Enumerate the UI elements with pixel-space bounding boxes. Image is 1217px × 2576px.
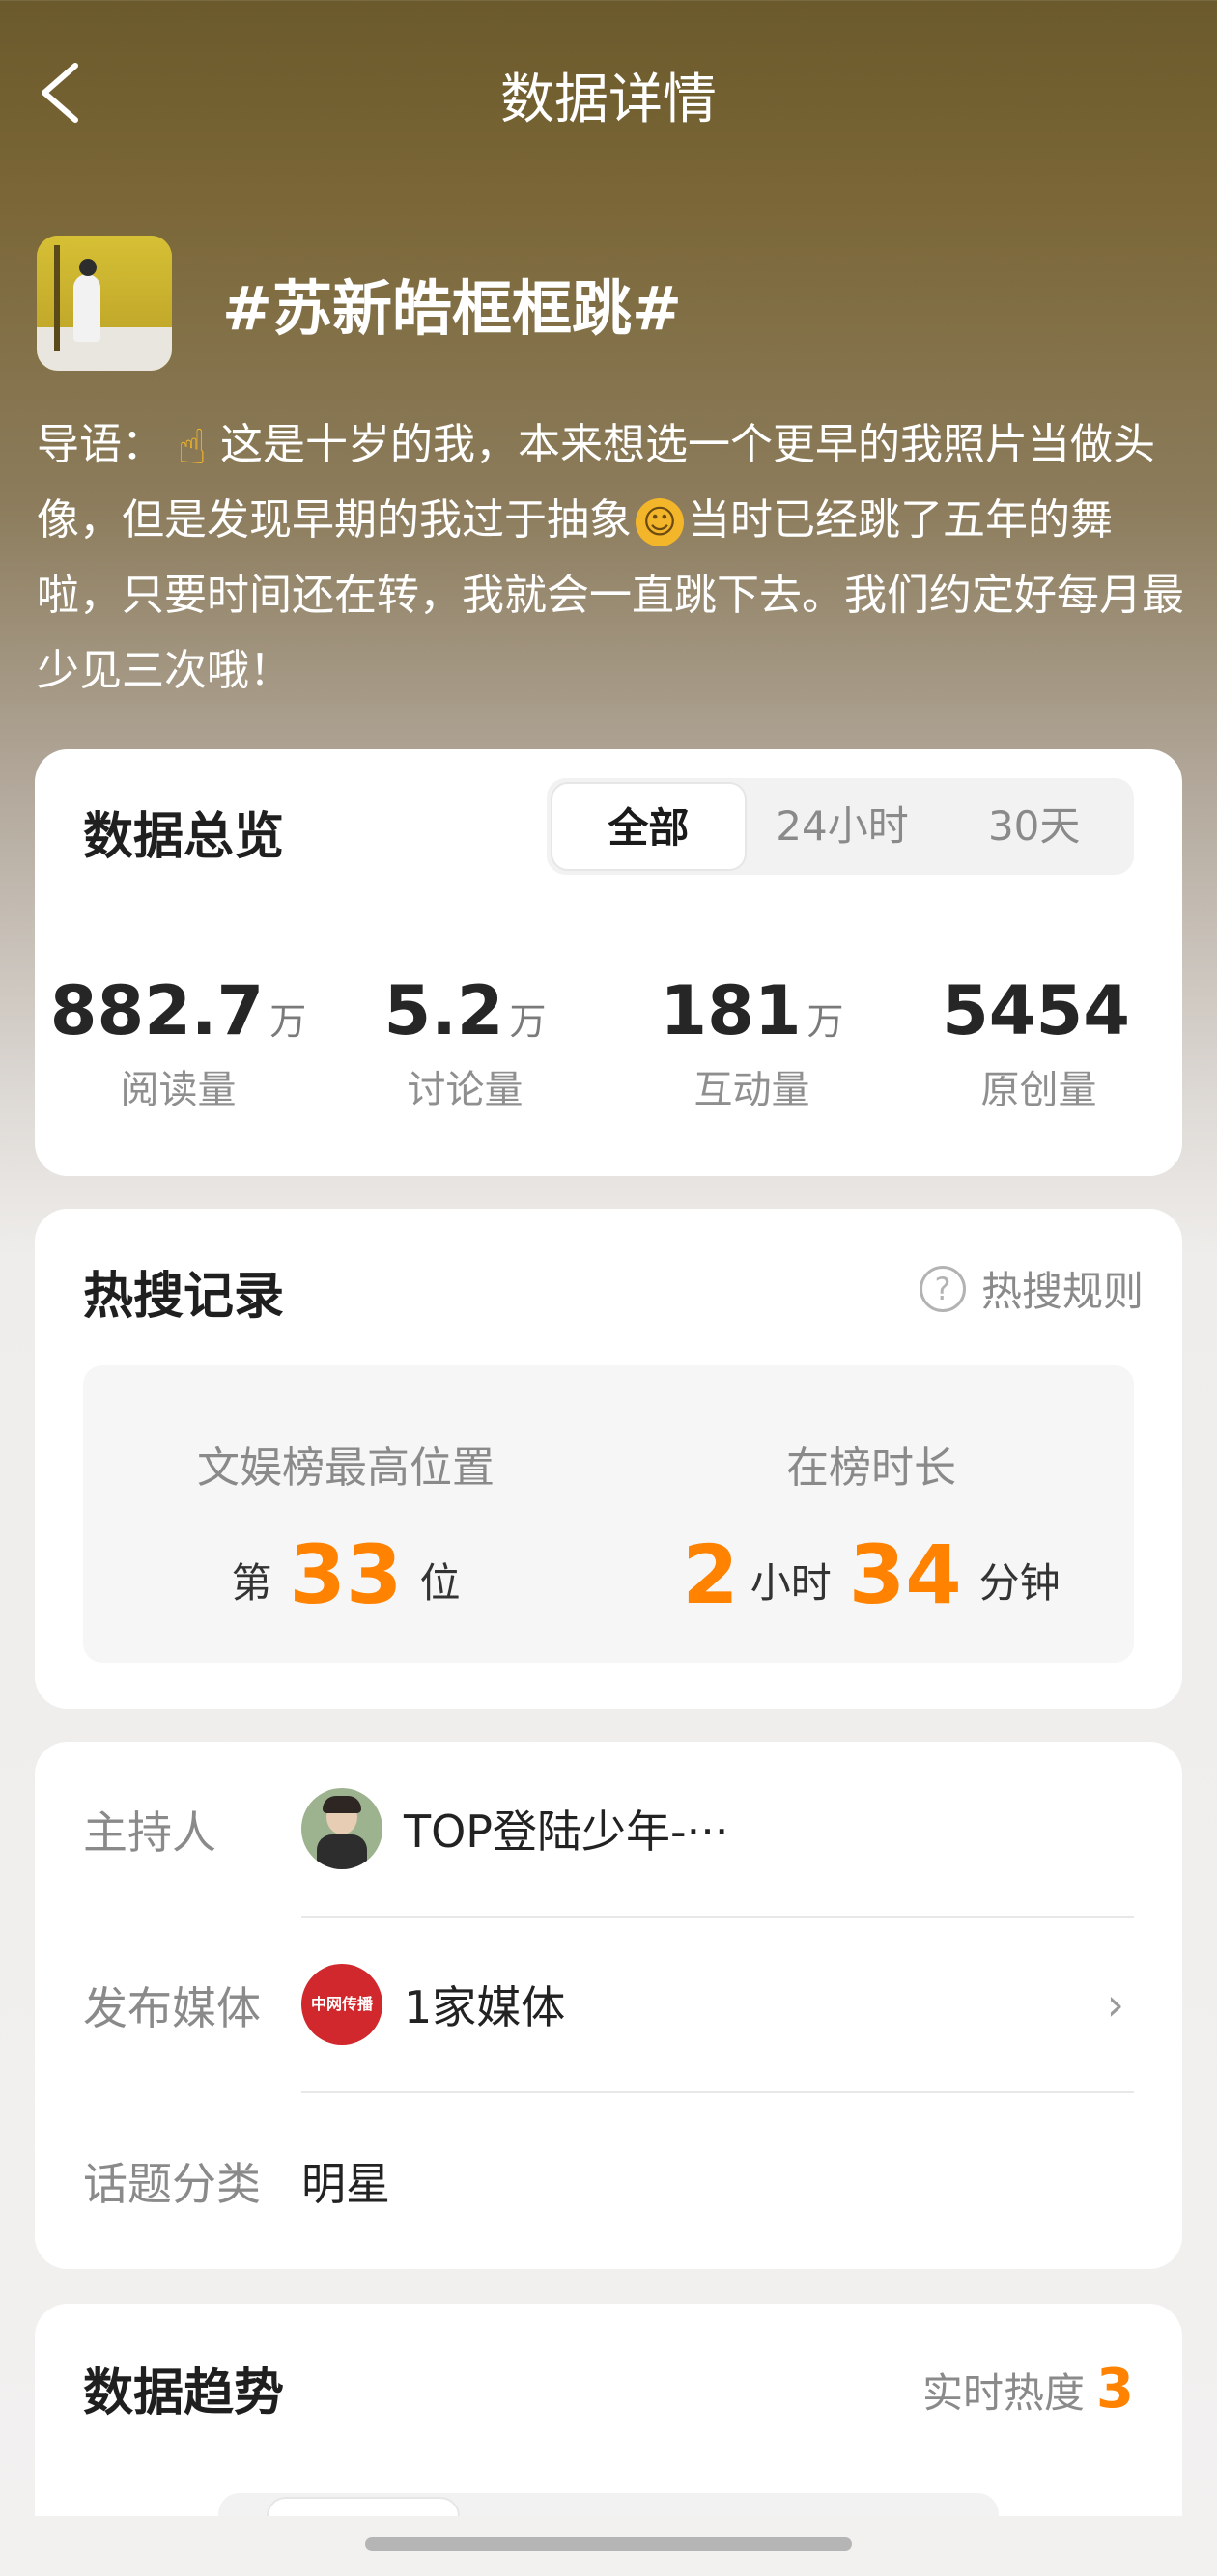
stat-value: 181 [660, 971, 802, 1050]
media-label: 发布媒体 [83, 1982, 261, 2034]
stat-value: 5.2 [383, 971, 504, 1050]
stat-unit: 万 [509, 1000, 547, 1043]
rules-label: 热搜规则 [980, 1268, 1144, 1315]
minutes-unit: 分钟 [978, 1559, 1061, 1607]
stat-value: 5454 [942, 971, 1130, 1050]
topic-intro: 导语： ☝ 这是十岁的我，本来想选一个更早的我照片当做头像，但是发现早期的我过于抽象… [37, 407, 1186, 709]
heat-label: 实时热度 [922, 2369, 1086, 2417]
question-icon: ? [919, 1265, 966, 1312]
tab-all[interactable]: 全部 [551, 782, 747, 871]
topic-info-card: 主持人 TOP登陆少年-··· 发布媒体 中网传播 1家媒体 › 话题分类 明星 [35, 1742, 1182, 2269]
hot-search-title: 热搜记录 [83, 1268, 285, 1326]
on-list-duration: 在榜时长 2 小时 34 分钟 [608, 1365, 1134, 1663]
stat-label: 讨论量 [407, 1068, 524, 1112]
media-value: 1家媒体 [404, 1981, 566, 2033]
overview-card: 数据总览 全部 24小时 30天 882.7 万 阅读量 5.2 万 讨论量 181… [35, 749, 1182, 1176]
topic-header: #苏新皓框框跳# [37, 236, 682, 371]
topic-title: #苏新皓框框跳# [222, 273, 682, 344]
intro-prefix: 导语： [37, 420, 164, 469]
pointing-hand-icon: ☝ [177, 419, 208, 475]
category-row: 话题分类 明星 [83, 2093, 1134, 2269]
realtime-heat: 实时热度 3 [922, 2358, 1134, 2421]
nav-bar: 数据详情 [0, 0, 1217, 183]
stat-label: 阅读量 [120, 1068, 237, 1112]
tab-24h[interactable]: 24小时 [747, 782, 939, 871]
overview-title: 数据总览 [83, 808, 285, 866]
stat-originals: 5454 原创量 [895, 971, 1182, 1114]
tab-30d[interactable]: 30天 [938, 782, 1130, 871]
position-suffix: 位 [419, 1559, 461, 1607]
stat-unit: 万 [269, 1000, 307, 1043]
page-title: 数据详情 [500, 69, 717, 131]
stat-unit: 万 [807, 1000, 844, 1043]
flushed-face-icon: ☺ [636, 498, 684, 546]
stat-discussions: 5.2 万 讨论量 [322, 971, 608, 1114]
hot-search-rules-link[interactable]: ? 热搜规则 [919, 1259, 1144, 1318]
duration-label: 在榜时长 [786, 1443, 956, 1493]
host-label: 主持人 [83, 1806, 216, 1859]
host-name: TOP登陆少年-··· [404, 1806, 729, 1858]
stat-reads: 882.7 万 阅读量 [35, 971, 322, 1114]
stat-label: 互动量 [693, 1068, 810, 1112]
heat-value: 3 [1096, 2358, 1134, 2421]
trend-title: 数据趋势 [83, 2365, 285, 2422]
host-row[interactable]: 主持人 TOP登陆少年-··· [83, 1742, 1134, 1918]
home-indicator [365, 2537, 852, 2551]
chevron-right-icon: › [1106, 1978, 1124, 2030]
avatar [301, 1788, 382, 1869]
topic-thumbnail[interactable] [37, 236, 172, 371]
duration-hours: 2 [682, 1527, 739, 1622]
stat-interactions: 181 万 互动量 [608, 971, 895, 1114]
stat-value: 882.7 [49, 971, 265, 1050]
hot-search-summary: 文娱榜最高位置 第 33 位 在榜时长 2 小时 34 分钟 [83, 1365, 1134, 1663]
media-row[interactable]: 发布媒体 中网传播 1家媒体 › [83, 1918, 1134, 2093]
hours-unit: 小时 [750, 1559, 832, 1607]
best-position-value: 33 [289, 1527, 403, 1622]
stat-label: 原创量 [980, 1068, 1097, 1112]
best-position-label: 文娱榜最高位置 [197, 1443, 495, 1493]
best-position: 文娱榜最高位置 第 33 位 [83, 1365, 608, 1663]
category-label: 话题分类 [83, 2158, 261, 2210]
media-logo: 中网传播 [301, 1964, 382, 2045]
category-value: 明星 [301, 2158, 390, 2210]
position-prefix: 第 [231, 1559, 272, 1607]
duration-minutes: 34 [848, 1527, 962, 1622]
time-range-tabs: 全部 24小时 30天 [547, 778, 1134, 875]
hot-search-card: 热搜记录 ? 热搜规则 文娱榜最高位置 第 33 位 在榜时长 2 小时 34 分钟 [35, 1209, 1182, 1709]
stats-row: 882.7 万 阅读量 5.2 万 讨论量 181 万 互动量 5454 原创量 [35, 971, 1182, 1114]
